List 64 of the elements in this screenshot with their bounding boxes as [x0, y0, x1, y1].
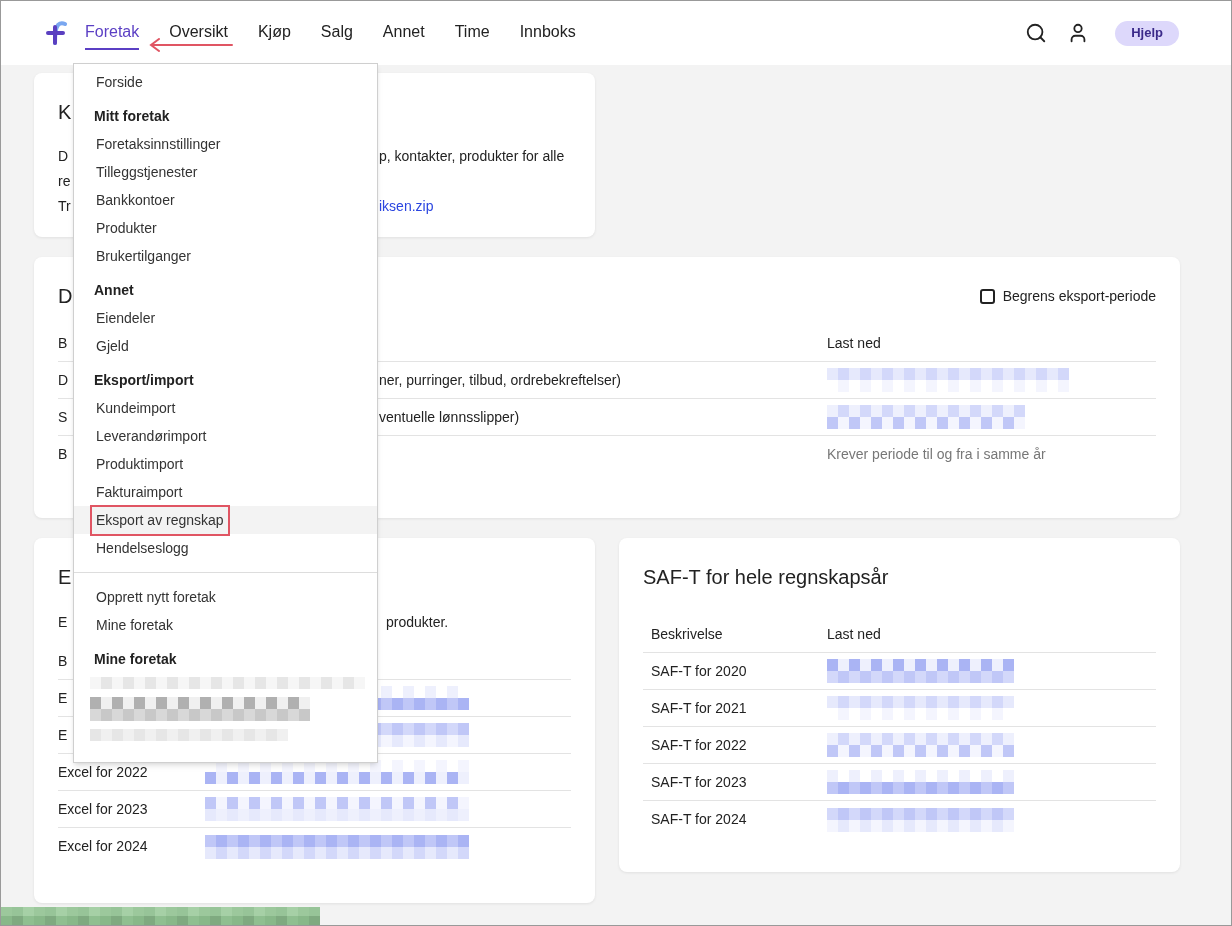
text-fragment: re [58, 173, 71, 189]
menu-item[interactable]: Hendelseslogg [74, 534, 377, 562]
menu-heading: Annet [93, 280, 135, 300]
nav-tab[interactable]: Innboks [519, 16, 576, 50]
nav-tab[interactable]: Time [454, 16, 490, 50]
menu-item[interactable]: Fakturaimport [74, 478, 377, 506]
text-fragment: produkter. [386, 613, 449, 632]
table-cell-text: SAF-T for 2024 [650, 810, 748, 829]
card-title: SAF-T for hele regnskapsår [643, 565, 890, 590]
table-cell: ner, purringer, tilbud, ordrebekreftelser) [379, 371, 621, 388]
menu-heading: Mitt foretak [93, 106, 171, 126]
menu-item[interactable]: Bankkontoer [74, 186, 377, 214]
table-cell: Krever periode til og fra i samme år [827, 446, 1046, 462]
table-cell-text: SAF-T for 2023 [650, 772, 748, 792]
column-header: Last ned [826, 333, 881, 353]
menu-item[interactable]: Eiendeler [74, 304, 377, 332]
nav-tab[interactable]: Foretak [85, 16, 140, 50]
nav-tab[interactable]: Oversikt [169, 16, 228, 50]
table-cell: B [58, 446, 68, 462]
column-header: Beskrivelse [650, 624, 724, 644]
menu-item[interactable]: Tilleggstjenester [74, 158, 377, 186]
table-cell-text: SAF-T for 2022 [650, 735, 748, 755]
menu-item[interactable]: Kundeimport [74, 394, 377, 422]
card-title: K [58, 101, 72, 123]
help-button[interactable]: Hjelp [1115, 20, 1179, 46]
menu-item[interactable]: Produkter [74, 214, 377, 242]
checkbox[interactable] [979, 288, 995, 304]
column-header: B [58, 334, 68, 351]
logo-icon[interactable] [46, 21, 68, 45]
menu-item[interactable]: Forside [74, 68, 377, 96]
checkbox-label: Begrens eksport-periode [1002, 286, 1156, 306]
card-title: D [58, 285, 73, 307]
table-cell: Excel for 2023 [58, 800, 148, 817]
table-cell-text: SAF-T for 2020 [650, 661, 748, 681]
text-fragment: Tr [58, 198, 71, 214]
table-cell: D [58, 371, 69, 388]
menu-item[interactable]: Opprett nytt foretak [74, 583, 377, 611]
menu-item[interactable]: Brukertilganger [74, 242, 377, 270]
nav-tab[interactable]: Kjøp [257, 16, 291, 50]
text-fragment: p, kontakter, produkter for alle [379, 147, 565, 166]
nav-tab[interactable]: Annet [382, 16, 425, 50]
menu-heading: Eksport/import [93, 370, 195, 390]
text-fragment: D [58, 148, 69, 164]
nav-tab[interactable]: Salg [320, 16, 353, 50]
table-cell: Excel for 2024 [58, 838, 148, 854]
search-icon[interactable] [1025, 22, 1048, 44]
table-cell: ventuelle lønnsslipper) [379, 408, 520, 425]
download-link[interactable]: iksen.zip [379, 197, 434, 216]
table-cell: S [58, 408, 68, 425]
menu-item[interactable]: Produktimport [74, 450, 377, 478]
text-fragment: E [58, 614, 68, 630]
menu-item[interactable]: Leverandørimport [74, 422, 377, 450]
menu-item[interactable]: Eksport av regnskap [74, 506, 377, 534]
column-header: B [58, 651, 68, 671]
menu-heading: Mine foretak [93, 649, 178, 669]
menu-item[interactable]: Foretaksinnstillinger [74, 130, 377, 158]
column-header: Last ned [827, 624, 881, 644]
menu-item[interactable]: Mine foretak [74, 611, 377, 639]
table-cell: E [58, 726, 68, 743]
menu-item[interactable]: Gjeld [74, 332, 377, 360]
table-cell-text: SAF-T for 2021 [650, 698, 748, 718]
card-title: E [58, 566, 72, 588]
table-cell: Excel for 2022 [58, 763, 148, 780]
table-cell: E [58, 689, 68, 706]
